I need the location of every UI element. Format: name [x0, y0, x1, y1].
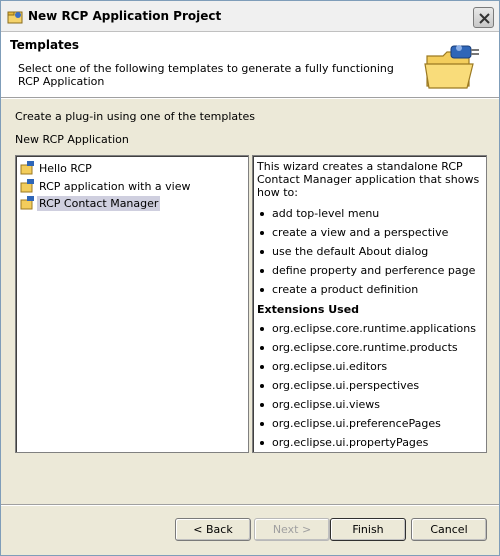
page-description: Select one of the following templates to…: [18, 62, 394, 88]
extension-item: org.eclipse.ui.preferencePages: [257, 414, 482, 433]
list-item-label: RCP Contact Manager: [37, 195, 161, 211]
description-intro: This wizard creates a standalone RCP Con…: [257, 160, 480, 199]
next-button[interactable]: Next >: [254, 518, 330, 541]
extension-list: org.eclipse.core.runtime.applications or…: [257, 319, 482, 452]
template-description: This wizard creates a standalone RCP Con…: [252, 155, 487, 453]
template-list[interactable]: Hello RCP RCP application with a view RC…: [15, 155, 249, 453]
title-bar[interactable]: New RCP Application Project: [1, 1, 499, 32]
page-title: Templates: [10, 38, 80, 52]
wizard-header: Templates Select one of the following te…: [1, 32, 499, 98]
category-label: New RCP Application: [15, 133, 129, 146]
extension-item: org.eclipse.ui.views: [257, 395, 482, 414]
button-bar-separator: [1, 504, 499, 506]
extensions-heading: Extensions Used: [257, 303, 360, 316]
finish-button[interactable]: Finish: [330, 518, 406, 541]
extension-item: org.eclipse.ui.perspectives: [257, 376, 482, 395]
template-icon: [20, 179, 34, 193]
create-prompt-label: Create a plug-in using one of the templa…: [15, 110, 255, 123]
wizard-icon: [7, 11, 23, 24]
extension-item: org.eclipse.core.runtime.products: [257, 338, 482, 357]
close-button[interactable]: [473, 7, 494, 28]
cancel-button[interactable]: Cancel: [411, 518, 487, 541]
feature-list: add top-level menu create a view and a p…: [257, 204, 482, 299]
feature-item: define property and perference page: [257, 261, 482, 280]
back-button[interactable]: < Back: [175, 518, 251, 541]
feature-item: create a view and a perspective: [257, 223, 482, 242]
folder-plugin-icon: [424, 45, 479, 89]
list-item-label: RCP application with a view: [39, 179, 191, 193]
list-item-rcp-with-view[interactable]: RCP application with a view: [19, 178, 192, 194]
close-icon: [479, 13, 490, 24]
window-title: New RCP Application Project: [28, 9, 222, 23]
extension-item: org.eclipse.core.runtime.applications: [257, 319, 482, 338]
feature-item: use the default About dialog: [257, 242, 482, 261]
list-item-hello-rcp[interactable]: Hello RCP: [19, 160, 94, 176]
feature-item: add top-level menu: [257, 204, 482, 223]
wizard-window: New RCP Application Project Templates Se…: [0, 0, 500, 556]
template-icon: [20, 161, 34, 175]
extension-item: org.eclipse.ui.editors: [257, 357, 482, 376]
template-icon: [20, 196, 34, 210]
feature-item: create a product definition: [257, 280, 482, 299]
header-separator: [1, 98, 499, 100]
extension-item: org.eclipse.ui.propertyPages: [257, 433, 482, 452]
list-item-rcp-contact-manager[interactable]: RCP Contact Manager: [19, 195, 161, 211]
list-item-label: Hello RCP: [39, 161, 92, 175]
